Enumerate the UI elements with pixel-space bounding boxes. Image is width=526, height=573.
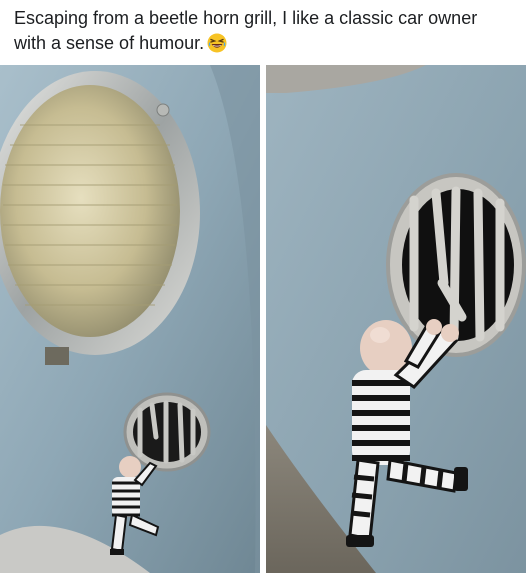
meme-post: Escaping from a beetle horn grill, I lik… <box>0 0 526 573</box>
caption-text: Escaping from a beetle horn grill, I lik… <box>14 8 478 53</box>
post-caption: Escaping from a beetle horn grill, I lik… <box>14 6 514 56</box>
left-photo-image <box>0 65 260 573</box>
laughing-with-tears-emoji-icon <box>207 33 227 53</box>
left-photo <box>0 65 260 573</box>
right-photo-image <box>266 65 526 573</box>
right-photo <box>266 65 526 573</box>
